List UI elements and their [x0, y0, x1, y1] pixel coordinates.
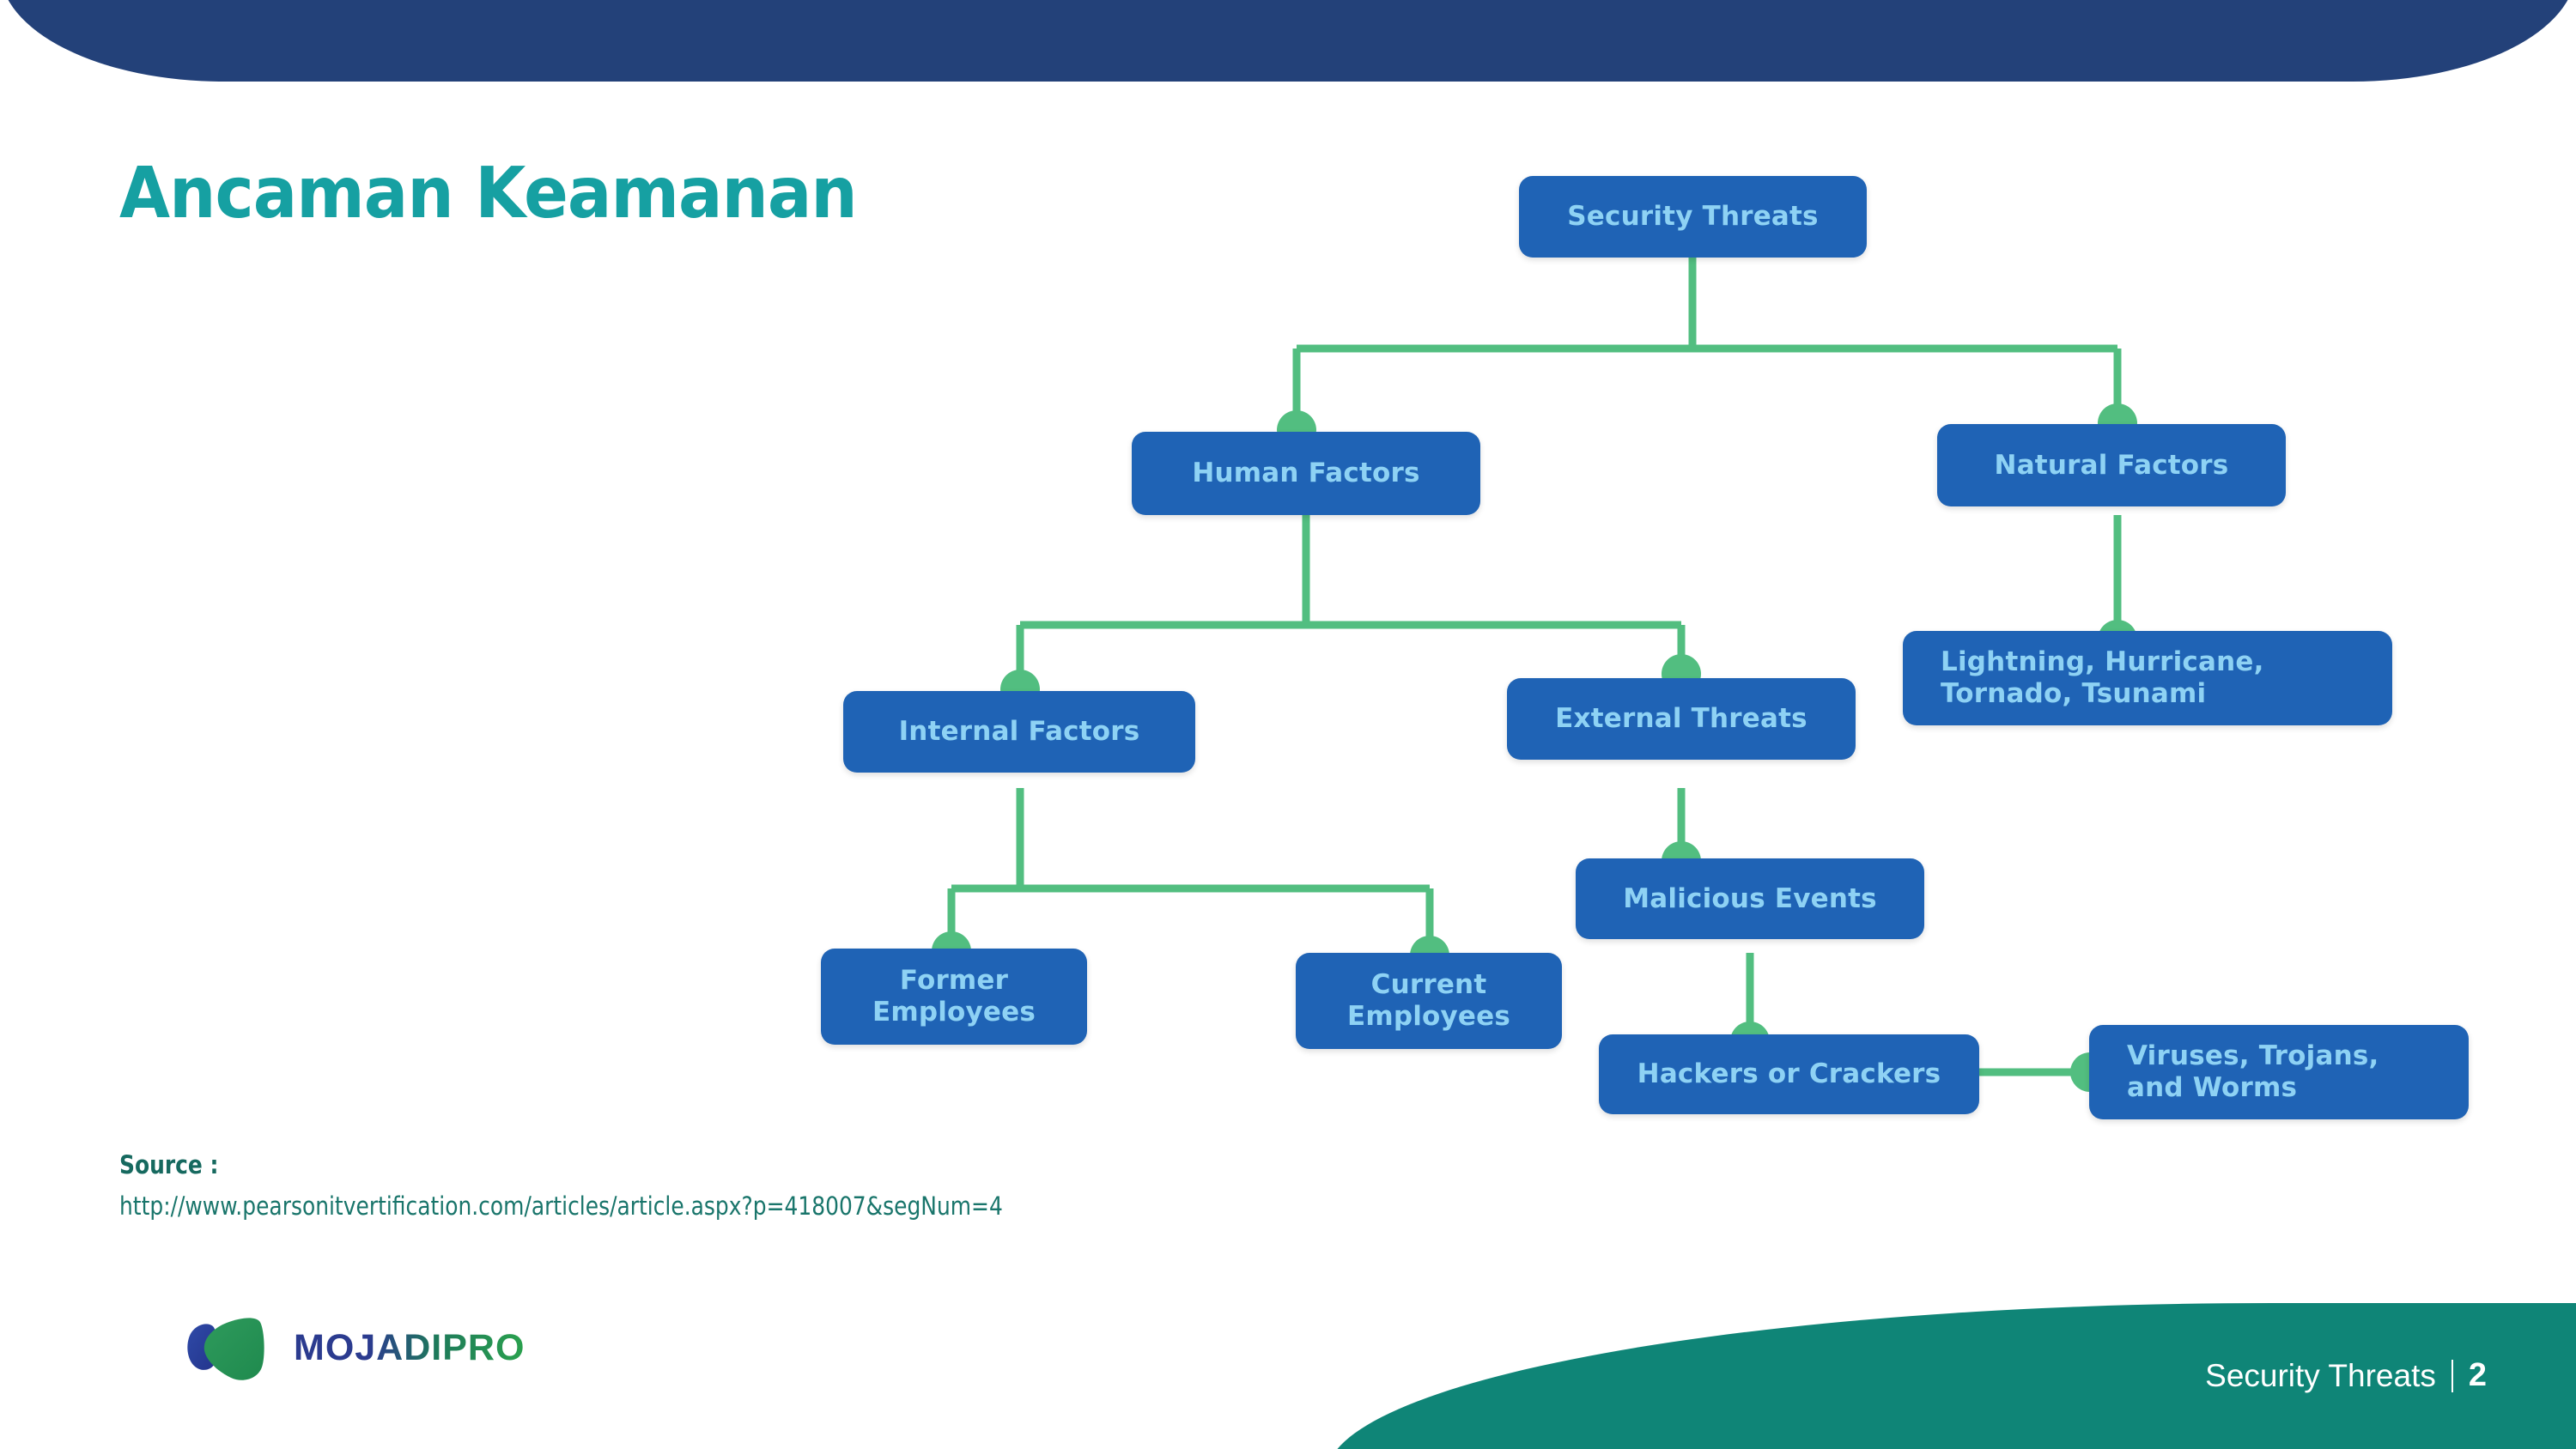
- node-label: Security Threats: [1567, 201, 1819, 233]
- node-label: Human Factors: [1192, 458, 1420, 489]
- node-label-line1: Lightning, Hurricane,: [1941, 646, 2264, 678]
- mojadipro-logo-icon: [187, 1318, 264, 1380]
- node-label: Viruses, Trojans, and Worms: [2127, 1040, 2379, 1103]
- node-malicious-events[interactable]: Malicious Events: [1576, 858, 1924, 939]
- node-label-line2: Employees: [1346, 1001, 1511, 1032]
- tree-connector-lines: [947, 258, 2122, 1076]
- node-label: Current Employees: [1347, 969, 1510, 1032]
- node-label: Malicious Events: [1623, 882, 1877, 914]
- node-external-threats[interactable]: External Threats: [1507, 678, 1856, 760]
- node-natural-list[interactable]: Lightning, Hurricane, Tornado, Tsunami: [1903, 631, 2392, 725]
- security-threats-tree-diagram: Security Threats Human Factors Natural F…: [0, 0, 2576, 1167]
- node-human-factors[interactable]: Human Factors: [1132, 432, 1480, 515]
- node-label: Former Employees: [872, 965, 1036, 1028]
- slide-canvas: Ancaman Keamanan Security Threats Human …: [0, 0, 2576, 1449]
- brand-logo[interactable]: MOJADIPRO: [184, 1311, 525, 1385]
- node-viruses-trojans[interactable]: Viruses, Trojans, and Worms: [2089, 1025, 2469, 1119]
- node-label-line2: Tornado, Tsunami: [1941, 678, 2207, 709]
- node-label: Hackers or Crackers: [1637, 1058, 1941, 1090]
- footer-deck-title: Security Threats: [2205, 1357, 2436, 1393]
- node-former-employees[interactable]: Former Employees: [821, 949, 1087, 1045]
- node-label-line2: Employees: [872, 997, 1036, 1028]
- node-label: Natural Factors: [1994, 449, 2229, 481]
- source-label: Source :: [119, 1150, 219, 1179]
- node-label-line1: Viruses, Trojans,: [2127, 1040, 2379, 1072]
- logo-wordmark: MOJADIPRO: [294, 1326, 526, 1368]
- node-label-line2: and Worms: [2127, 1072, 2298, 1103]
- page-number: 2: [2468, 1357, 2487, 1393]
- node-natural-factors[interactable]: Natural Factors: [1937, 424, 2286, 506]
- node-hackers-crackers[interactable]: Hackers or Crackers: [1599, 1034, 1979, 1114]
- node-label: Lightning, Hurricane, Tornado, Tsunami: [1941, 646, 2264, 709]
- node-security-threats[interactable]: Security Threats: [1519, 176, 1867, 258]
- footer-meta: Security Threats 2: [2205, 1357, 2487, 1394]
- node-label: Internal Factors: [898, 716, 1140, 748]
- node-label-line1: Current: [1370, 969, 1487, 1001]
- node-current-employees[interactable]: Current Employees: [1296, 953, 1562, 1049]
- node-label: External Threats: [1555, 703, 1807, 735]
- node-label-line1: Former: [899, 965, 1009, 997]
- node-internal-factors[interactable]: Internal Factors: [843, 691, 1195, 773]
- footer-divider: [2451, 1359, 2453, 1392]
- source-url[interactable]: http://www.pearsonitvertification.com/ar…: [119, 1191, 1003, 1221]
- source-block: Source : http://www.pearsonitvertificati…: [119, 1150, 1003, 1221]
